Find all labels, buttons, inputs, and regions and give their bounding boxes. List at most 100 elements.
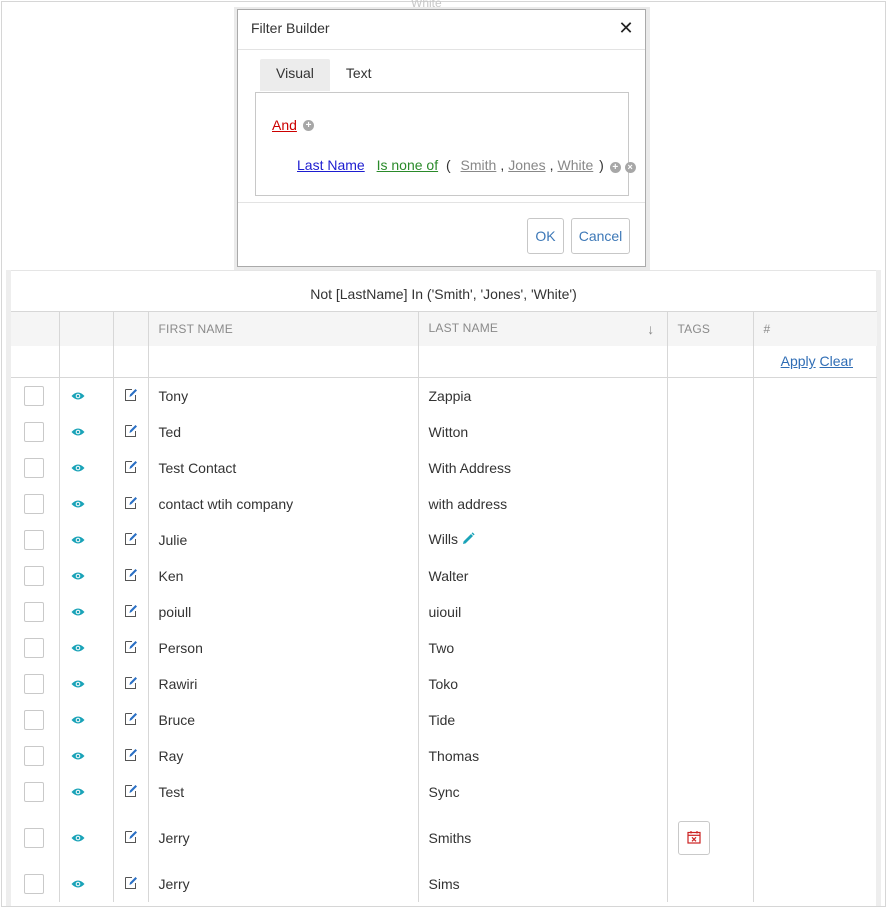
header-number[interactable]: #: [753, 311, 877, 346]
row-checkbox[interactable]: [24, 637, 44, 658]
row-checkbox[interactable]: [24, 385, 44, 406]
first-name-cell[interactable]: Test Contact: [148, 449, 419, 486]
close-icon[interactable]: ✕: [617, 18, 635, 38]
edit-icon[interactable]: [124, 603, 138, 621]
last-name-cell[interactable]: Walter: [418, 557, 668, 594]
last-name-cell[interactable]: Witton: [418, 413, 668, 450]
condition-value-jones[interactable]: Jones: [508, 157, 545, 173]
last-name-cell[interactable]: Sync: [418, 773, 668, 810]
table-row[interactable]: Jerry Smiths: [11, 809, 877, 866]
eye-icon[interactable]: [71, 460, 85, 476]
eye-icon[interactable]: [71, 640, 85, 656]
header-last-name[interactable]: LAST NAME ↓: [418, 311, 668, 346]
last-name-cell[interactable]: Thomas: [418, 737, 668, 774]
edit-icon[interactable]: [124, 459, 138, 477]
ok-button[interactable]: OK: [527, 218, 564, 254]
edit-icon[interactable]: [124, 783, 138, 801]
last-name-cell[interactable]: Wills: [418, 521, 668, 558]
row-checkbox[interactable]: [24, 529, 44, 550]
header-tags[interactable]: TAGS: [667, 311, 754, 346]
filter-first-name-cell[interactable]: [148, 345, 419, 378]
row-checkbox[interactable]: [24, 457, 44, 478]
edit-icon[interactable]: [124, 495, 138, 513]
eye-icon[interactable]: [71, 424, 85, 440]
eye-icon[interactable]: [71, 496, 85, 512]
eye-icon[interactable]: [71, 876, 85, 892]
eye-icon[interactable]: [71, 568, 85, 584]
first-name-cell[interactable]: Ray: [148, 737, 419, 774]
condition-field-link[interactable]: Last Name: [297, 157, 365, 173]
condition-value-smith[interactable]: Smith: [461, 157, 497, 173]
table-row[interactable]: Julie Wills: [11, 521, 877, 558]
row-checkbox[interactable]: [24, 873, 44, 894]
last-name-cell[interactable]: Toko: [418, 665, 668, 702]
first-name-cell[interactable]: Bruce: [148, 701, 419, 738]
remove-condition-icon[interactable]: ×: [624, 162, 636, 174]
eye-icon[interactable]: [71, 388, 85, 404]
group-operator-link[interactable]: And: [272, 117, 297, 133]
row-checkbox[interactable]: [24, 709, 44, 730]
first-name-cell[interactable]: contact wtih company: [148, 485, 419, 522]
apply-link[interactable]: Apply: [781, 353, 816, 369]
last-name-cell[interactable]: uiouil: [418, 593, 668, 630]
last-name-cell[interactable]: with address: [418, 485, 668, 522]
first-name-cell[interactable]: Rawiri: [148, 665, 419, 702]
edit-icon[interactable]: [124, 639, 138, 657]
first-name-cell[interactable]: Julie: [148, 521, 419, 558]
last-name-cell[interactable]: With Address: [418, 449, 668, 486]
last-name-cell[interactable]: Sims: [418, 865, 668, 902]
first-name-cell[interactable]: Ken: [148, 557, 419, 594]
table-row[interactable]: Test Contact With Address: [11, 449, 877, 486]
edit-icon[interactable]: [124, 423, 138, 441]
last-name-cell[interactable]: Zappia: [418, 377, 668, 414]
table-row[interactable]: Jerry Sims: [11, 865, 877, 902]
first-name-cell[interactable]: Jerry: [148, 865, 419, 902]
eye-icon[interactable]: [71, 712, 85, 728]
table-row[interactable]: Test Sync: [11, 773, 877, 810]
edit-icon[interactable]: [124, 567, 138, 585]
row-checkbox[interactable]: [24, 421, 44, 442]
edit-icon[interactable]: [124, 829, 138, 847]
eye-icon[interactable]: [71, 748, 85, 764]
row-checkbox[interactable]: [24, 565, 44, 586]
tab-visual[interactable]: Visual: [260, 59, 330, 91]
row-checkbox[interactable]: [24, 673, 44, 694]
eye-icon[interactable]: [71, 532, 85, 548]
edit-icon[interactable]: [124, 531, 138, 549]
last-name-cell[interactable]: Tide: [418, 701, 668, 738]
row-checkbox[interactable]: [24, 827, 44, 848]
cancel-button[interactable]: Cancel: [571, 218, 630, 254]
filter-panel-text[interactable]: Not [LastName] In ('Smith', 'Jones', 'Wh…: [11, 270, 876, 312]
filter-tags-cell[interactable]: [667, 345, 754, 378]
first-name-cell[interactable]: Jerry: [148, 809, 419, 866]
add-condition-icon[interactable]: +: [303, 120, 314, 131]
table-row[interactable]: contact wtih company with address: [11, 485, 877, 522]
table-row[interactable]: Bruce Tide: [11, 701, 877, 738]
last-name-cell[interactable]: Two: [418, 629, 668, 666]
row-checkbox[interactable]: [24, 493, 44, 514]
first-name-cell[interactable]: Tony: [148, 377, 419, 414]
table-row[interactable]: Tony Zappia: [11, 377, 877, 414]
row-checkbox[interactable]: [24, 745, 44, 766]
first-name-cell[interactable]: Test: [148, 773, 419, 810]
eye-icon[interactable]: [71, 830, 85, 846]
condition-operator-link[interactable]: Is none of: [377, 157, 439, 173]
edit-icon[interactable]: [124, 747, 138, 765]
row-checkbox[interactable]: [24, 601, 44, 622]
tab-text[interactable]: Text: [330, 59, 388, 91]
table-row[interactable]: poiull uiouil: [11, 593, 877, 630]
add-value-icon[interactable]: +: [609, 162, 621, 174]
first-name-cell[interactable]: Ted: [148, 413, 419, 450]
edit-icon[interactable]: [124, 875, 138, 893]
table-row[interactable]: Rawiri Toko: [11, 665, 877, 702]
inline-edit-pencil-icon[interactable]: [462, 532, 475, 548]
first-name-cell[interactable]: poiull: [148, 593, 419, 630]
edit-icon[interactable]: [124, 711, 138, 729]
edit-icon[interactable]: [124, 675, 138, 693]
table-row[interactable]: Person Two: [11, 629, 877, 666]
calendar-remove-icon[interactable]: [677, 820, 710, 855]
header-first-name[interactable]: FIRST NAME: [148, 311, 419, 346]
table-row[interactable]: Ray Thomas: [11, 737, 877, 774]
eye-icon[interactable]: [71, 676, 85, 692]
filter-last-name-cell[interactable]: [418, 345, 668, 378]
